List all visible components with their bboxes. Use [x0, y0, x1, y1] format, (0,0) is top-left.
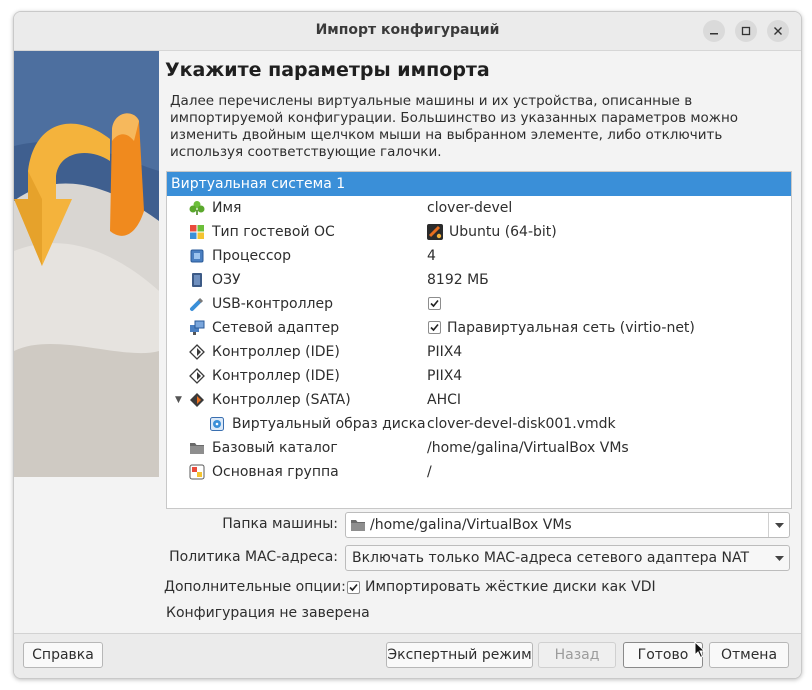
- tree-row-label: Базовый каталог: [212, 440, 338, 456]
- wizard-banner-image: [14, 51, 159, 477]
- tree-row-primary-group[interactable]: Основная группа /: [167, 460, 791, 484]
- maximize-icon: [741, 26, 751, 36]
- checkmark-icon: [430, 299, 439, 308]
- help-button[interactable]: Справка: [23, 642, 103, 668]
- window-title: Импорт конфигураций: [315, 22, 500, 38]
- machine-folder-combo[interactable]: /home/galina/VirtualBox VMs: [345, 512, 790, 538]
- chevron-down-icon: [775, 523, 784, 528]
- checkmark-icon: [349, 583, 358, 592]
- close-icon: [774, 27, 782, 35]
- ram-icon: [192, 273, 202, 287]
- virtual-system-item[interactable]: Виртуальная система 1: [167, 172, 791, 196]
- usb-icon: [190, 297, 204, 311]
- back-button[interactable]: Назад: [538, 642, 616, 668]
- folder-icon: [351, 520, 365, 531]
- minimize-button[interactable]: [703, 20, 725, 42]
- folder-icon: [190, 443, 204, 454]
- import-as-vdi-checkbox[interactable]: [347, 581, 360, 594]
- mouse-cursor-icon: [694, 641, 706, 659]
- tree-row-value[interactable]: PIIX4: [427, 364, 462, 388]
- tree-row-label: Основная группа: [212, 464, 339, 480]
- usb-enabled-checkbox[interactable]: [428, 297, 441, 310]
- tree-row-sata-controller[interactable]: ▼ Контроллер (SATA) AHCI: [167, 388, 791, 412]
- mac-policy-label: Политика MAC-адреса:: [169, 549, 338, 565]
- chevron-down-icon: [775, 556, 784, 561]
- dropdown-arrow[interactable]: [768, 513, 789, 537]
- tree-row-label: Процессор: [212, 248, 291, 264]
- network-icon: [190, 320, 205, 335]
- tree-row-value[interactable]: Паравиртуальная сеть (virtio-net): [447, 316, 695, 340]
- tree-row-label: ОЗУ: [212, 272, 241, 288]
- cpu-icon: [190, 249, 204, 263]
- ubuntu-icon: [427, 224, 443, 240]
- finish-button[interactable]: Готово: [623, 642, 703, 668]
- tree-row-label: Виртуальный образ диска: [232, 416, 426, 432]
- button-bar: Справка Экспертный режим Назад Готово От…: [14, 633, 801, 678]
- tree-row-name[interactable]: Имя clover-devel: [167, 196, 791, 220]
- tree-row-value[interactable]: PIIX4: [427, 340, 462, 364]
- tree-row-value[interactable]: 8192 МБ: [427, 268, 489, 292]
- sata-icon: [190, 393, 204, 407]
- group-icon: [189, 464, 205, 480]
- tree-row-value[interactable]: /home/galina/VirtualBox VMs: [427, 436, 629, 460]
- import-appliance-window: Импорт конфигураций Укажите параметры им…: [13, 11, 802, 679]
- import-as-vdi-label[interactable]: Импортировать жёсткие диски как VDI: [365, 579, 656, 595]
- tree-row-ram[interactable]: ОЗУ 8192 МБ: [167, 268, 791, 292]
- cancel-button[interactable]: Отмена: [709, 642, 789, 668]
- close-button[interactable]: [767, 20, 789, 42]
- tree-row-base-folder[interactable]: Базовый каталог /home/galina/VirtualBox …: [167, 436, 791, 460]
- tree-row-label: Имя: [212, 200, 242, 216]
- tree-row-ide-controller[interactable]: Контроллер (IDE) PIIX4: [167, 364, 791, 388]
- tree-row-cpu[interactable]: Процессор 4: [167, 244, 791, 268]
- minimize-icon: [710, 33, 718, 35]
- ide-icon: [189, 344, 205, 360]
- tree-row-network[interactable]: Сетевой адаптер Паравиртуальная сеть (vi…: [167, 316, 791, 340]
- expand-arrow-icon[interactable]: ▼: [175, 388, 182, 412]
- tree-row-label: USB-контроллер: [212, 296, 333, 312]
- disk-image-icon: [210, 417, 224, 431]
- tree-row-ide-controller[interactable]: Контроллер (IDE) PIIX4: [167, 340, 791, 364]
- expert-mode-button[interactable]: Экспертный режим: [386, 642, 533, 668]
- tree-row-value[interactable]: clover-devel: [427, 196, 512, 220]
- name-icon: [189, 201, 205, 215]
- tree-row-label: Контроллер (IDE): [212, 368, 340, 384]
- signature-status: Конфигурация не заверена: [166, 605, 370, 621]
- tree-row-value[interactable]: Ubuntu (64-bit): [449, 220, 557, 244]
- checkmark-icon: [430, 323, 439, 332]
- additional-options-label: Дополнительные опции:: [164, 579, 346, 595]
- tree-row-label: Контроллер (IDE): [212, 344, 340, 360]
- ide-icon: [189, 368, 205, 384]
- tree-row-os-type[interactable]: Тип гостевой ОС Ubuntu (64-bit): [167, 220, 791, 244]
- tree-row-value[interactable]: /: [427, 460, 432, 484]
- dropdown-arrow[interactable]: [769, 546, 789, 570]
- network-enabled-checkbox[interactable]: [428, 321, 441, 334]
- page-description: Далее перечислены виртуальные машины и и…: [170, 93, 739, 160]
- machine-folder-label: Папка машины:: [222, 516, 338, 532]
- mac-policy-value: Включать только MAC-адреса сетевого адап…: [352, 550, 750, 566]
- tree-row-value[interactable]: AHCI: [427, 388, 461, 412]
- tree-row-value[interactable]: 4: [427, 244, 436, 268]
- machine-folder-value: /home/galina/VirtualBox VMs: [370, 517, 572, 533]
- title-bar[interactable]: Импорт конфигураций: [14, 12, 801, 51]
- tree-row-value[interactable]: clover-devel-disk001.vmdk: [427, 412, 616, 436]
- page-heading: Укажите параметры импорта: [165, 59, 490, 81]
- mac-policy-combo[interactable]: Включать только MAC-адреса сетевого адап…: [345, 545, 790, 571]
- tree-row-label: Сетевой адаптер: [212, 320, 340, 336]
- tree-row-label: Контроллер (SATA): [212, 392, 351, 408]
- tree-row-usb[interactable]: USB-контроллер: [167, 292, 791, 316]
- tree-row-label: Тип гостевой ОС: [212, 224, 335, 240]
- tree-row-disk-image[interactable]: Виртуальный образ диска clover-devel-dis…: [167, 412, 791, 436]
- appliance-settings-tree[interactable]: Виртуальная система 1 Имя clover-devel Т…: [166, 171, 792, 509]
- maximize-button[interactable]: [735, 20, 757, 42]
- os-type-icon: [190, 225, 204, 239]
